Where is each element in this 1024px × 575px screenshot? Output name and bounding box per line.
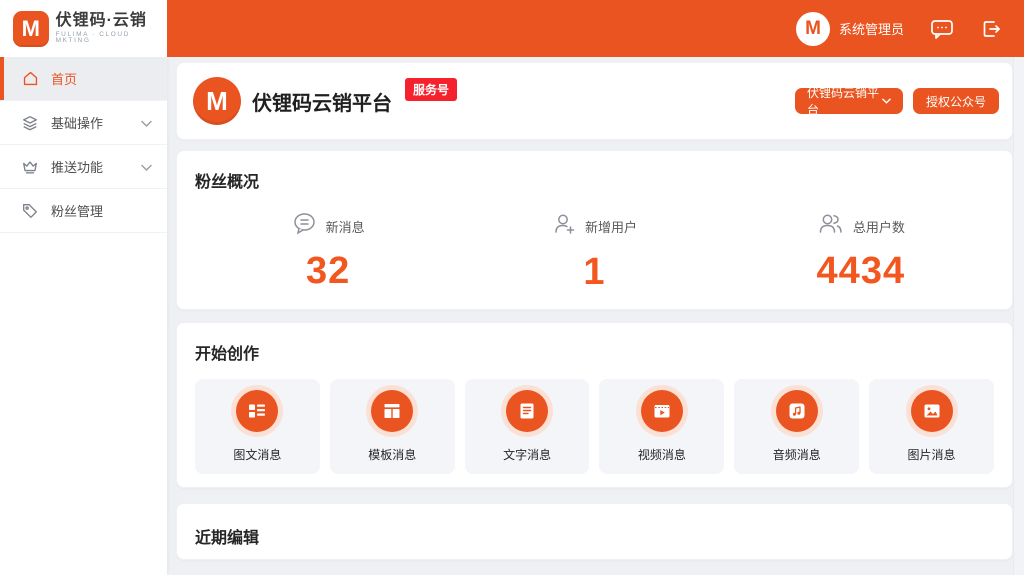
recent-edits-card: 近期编辑 — [176, 503, 1013, 560]
sidebar-item-fans[interactable]: 粉丝管理 — [0, 189, 167, 233]
video-icon — [641, 390, 683, 432]
user-plus-icon — [552, 212, 576, 241]
chevron-down-icon — [882, 98, 891, 104]
brand-name: 伏锂码·云销 — [56, 13, 167, 29]
create-video-message[interactable]: 视频消息 — [599, 379, 724, 474]
account-title: 伏锂码云销平台 — [252, 87, 392, 116]
create-template-message[interactable]: 模板消息 — [330, 379, 455, 474]
sidebar: 首页 基础操作 推送功能 — [0, 57, 167, 575]
brand-subtitle: FULIMA · CLOUD MKTING — [56, 32, 167, 45]
section-title-recent-edits: 近期编辑 — [195, 524, 994, 548]
stat-label: 新增用户 — [585, 217, 637, 236]
messages-icon[interactable] — [930, 18, 954, 40]
stat-value: 32 — [306, 250, 350, 293]
message-bubble-icon — [292, 212, 317, 240]
stat-total-users: 总用户数 4434 — [728, 212, 994, 294]
account-avatar: M — [193, 77, 241, 125]
brand-logo-icon: M — [13, 11, 49, 47]
section-title-fans-overview: 粉丝概况 — [195, 168, 994, 192]
account-profile-card: M 伏锂码云销平台 服务号 伏锂码云销平台 授权公众号 — [176, 62, 1013, 140]
sidebar-item-label: 基础操作 — [51, 113, 103, 132]
chevron-down-icon — [141, 159, 152, 174]
stat-value: 1 — [583, 251, 605, 294]
account-selector-value: 伏锂码云销平台 — [807, 84, 882, 118]
sidebar-item-label: 首页 — [51, 69, 77, 88]
create-image-message[interactable]: 图片消息 — [869, 379, 994, 474]
create-grid: 图文消息 模板消息 文字消息 — [195, 379, 994, 474]
stats-row: 新消息 32 新增用户 1 — [195, 212, 994, 294]
create-item-label: 图文消息 — [233, 446, 281, 463]
layers-icon — [21, 114, 39, 132]
stat-new-users: 新增用户 1 — [461, 212, 727, 294]
sidebar-item-label: 推送功能 — [51, 157, 103, 176]
account-controls: 伏锂码云销平台 授权公众号 — [795, 88, 999, 114]
users-icon — [817, 212, 844, 240]
create-item-label: 文字消息 — [503, 446, 551, 463]
sidebar-item-label: 粉丝管理 — [51, 201, 103, 220]
create-text-message[interactable]: 文字消息 — [465, 379, 590, 474]
image-icon — [911, 390, 953, 432]
stat-new-messages: 新消息 32 — [195, 212, 461, 294]
create-item-label: 音频消息 — [773, 446, 821, 463]
section-title-start-creating: 开始创作 — [195, 340, 994, 364]
scrollbar[interactable] — [1013, 57, 1024, 575]
brand-logo-area: M 伏锂码·云销 FULIMA · CLOUD MKTING — [0, 0, 167, 57]
create-audio-message[interactable]: 音频消息 — [734, 379, 859, 474]
user-avatar: M — [796, 12, 830, 46]
stat-value: 4434 — [817, 250, 906, 293]
account-type-badge: 服务号 — [405, 78, 457, 101]
crown-icon — [21, 158, 39, 176]
logout-icon[interactable] — [980, 18, 1002, 40]
top-header: M 伏锂码·云销 FULIMA · CLOUD MKTING M 系统管理员 — [0, 0, 1024, 57]
template-icon — [371, 390, 413, 432]
richtext-icon — [236, 390, 278, 432]
home-icon — [21, 70, 39, 88]
stat-label: 新消息 — [326, 217, 365, 236]
create-item-label: 模板消息 — [368, 446, 416, 463]
sidebar-item-basic-ops[interactable]: 基础操作 — [0, 101, 167, 145]
brand-text: 伏锂码·云销 FULIMA · CLOUD MKTING — [56, 13, 167, 45]
authorize-account-button[interactable]: 授权公众号 — [913, 88, 999, 114]
audio-icon — [776, 390, 818, 432]
create-item-label: 视频消息 — [638, 446, 686, 463]
user-name: 系统管理员 — [839, 19, 904, 38]
create-richtext-message[interactable]: 图文消息 — [195, 379, 320, 474]
stat-label: 总用户数 — [853, 217, 905, 236]
chevron-down-icon — [141, 115, 152, 130]
sidebar-item-home[interactable]: 首页 — [0, 57, 167, 101]
fans-overview-card: 粉丝概况 新消息 32 — [176, 150, 1013, 310]
start-creating-card: 开始创作 图文消息 模板消息 — [176, 322, 1013, 488]
text-document-icon — [506, 390, 548, 432]
create-item-label: 图片消息 — [908, 446, 956, 463]
sidebar-item-push[interactable]: 推送功能 — [0, 145, 167, 189]
user-menu[interactable]: M 系统管理员 — [796, 12, 904, 46]
tag-icon — [21, 202, 39, 220]
header-right: M 系统管理员 — [796, 0, 1024, 57]
account-selector[interactable]: 伏锂码云销平台 — [795, 88, 903, 114]
